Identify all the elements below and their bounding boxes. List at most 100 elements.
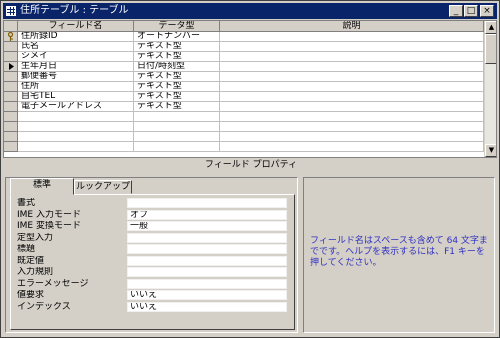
scroll-up-button[interactable]: ▲ <box>485 21 496 34</box>
property-value-field[interactable] <box>127 232 287 243</box>
description-cell[interactable] <box>220 72 484 82</box>
maximize-button[interactable]: □ <box>464 5 478 17</box>
field-name-cell[interactable] <box>18 112 134 122</box>
table-row[interactable]: 氏名 テキスト型 <box>4 42 484 52</box>
property-label: 書式 <box>17 198 36 208</box>
property-label: 値要求 <box>17 290 45 300</box>
data-type-cell[interactable]: テキスト型 <box>134 42 220 52</box>
table-row[interactable]: 電子メールアドレス テキスト型 <box>4 102 484 112</box>
field-name-cell[interactable]: シメイ <box>18 52 134 62</box>
property-value-field[interactable] <box>127 278 287 289</box>
row-selector[interactable] <box>4 72 18 82</box>
table-row[interactable]: 生年月日 日付/時刻型 <box>4 62 484 72</box>
data-type-cell[interactable] <box>134 112 220 122</box>
property-label: IME 入力モード <box>17 209 81 220</box>
property-value-field[interactable] <box>127 198 287 208</box>
table-row[interactable]: 住所 テキスト型 <box>4 82 484 92</box>
tab-standard[interactable]: 標準 <box>10 178 74 195</box>
table-icon <box>6 6 16 16</box>
row-selector[interactable] <box>4 92 18 102</box>
property-label: 既定値 <box>17 255 45 266</box>
grid-scrollbar[interactable]: ▲ ▼ <box>484 21 496 157</box>
field-name-cell[interactable]: 住所 <box>18 82 134 92</box>
data-type-cell[interactable]: テキスト型 <box>134 82 220 92</box>
field-name-cell[interactable] <box>18 132 134 142</box>
description-cell[interactable] <box>220 102 484 112</box>
field-name-cell[interactable]: 住所録ID <box>18 32 134 42</box>
description-cell[interactable] <box>220 32 484 42</box>
property-value-field[interactable]: いいえ <box>127 290 287 300</box>
row-selector[interactable] <box>4 62 18 72</box>
close-button[interactable]: × <box>480 5 494 17</box>
row-selector[interactable] <box>4 52 18 62</box>
description-cell[interactable] <box>220 42 484 52</box>
table-row[interactable] <box>4 142 484 152</box>
description-cell[interactable] <box>220 82 484 92</box>
row-selector[interactable] <box>4 142 18 152</box>
property-row: 標題 <box>17 244 287 255</box>
description-cell[interactable] <box>220 112 484 122</box>
window-title: 住所テーブル : テーブル <box>20 5 129 16</box>
property-row: エラーメッセージ <box>17 278 287 290</box>
data-type-cell[interactable]: テキスト型 <box>134 52 220 62</box>
description-cell[interactable] <box>220 132 484 142</box>
description-cell[interactable] <box>220 62 484 72</box>
field-name-header: フィールド名 <box>18 21 134 32</box>
title-bar[interactable]: 住所テーブル : テーブル _ □ × <box>3 3 497 19</box>
row-selector[interactable] <box>4 42 18 52</box>
data-type-cell[interactable] <box>134 122 220 132</box>
table-row[interactable] <box>4 122 484 132</box>
data-type-header: データ型 <box>134 21 220 32</box>
data-type-cell[interactable] <box>134 132 220 142</box>
row-selector[interactable] <box>4 112 18 122</box>
property-label: 標題 <box>17 244 36 254</box>
scroll-down-button[interactable]: ▼ <box>485 144 496 157</box>
row-selector[interactable] <box>4 102 18 112</box>
help-text: フィールド名はスペースも含めて 64 文字までです。ヘルプを表示するには、F1 … <box>303 177 495 333</box>
property-value-field[interactable]: 一般 <box>127 221 287 231</box>
property-value-field[interactable] <box>127 244 287 254</box>
property-value-field[interactable]: オフ <box>127 209 287 220</box>
table-row[interactable]: 自宅TEL テキスト型 <box>4 92 484 102</box>
table-row[interactable]: 住所録ID オートナンバー <box>4 31 484 42</box>
tab-lookup[interactable]: ルックアップ <box>74 180 132 194</box>
property-value-field[interactable] <box>127 267 287 277</box>
description-cell[interactable] <box>220 142 484 152</box>
data-type-cell[interactable]: テキスト型 <box>134 102 220 112</box>
field-properties-title: フィールド プロパティ <box>204 160 298 170</box>
data-type-cell[interactable]: オートナンバー <box>134 32 220 42</box>
field-properties-panel: 標準 ルックアップ 書式 IME 入力モード オフ IME 変換モード 一般 定型入力 標題… <box>5 177 298 333</box>
row-pointer-icon <box>8 63 14 70</box>
row-selector[interactable] <box>4 31 18 42</box>
data-type-cell[interactable]: テキスト型 <box>134 92 220 102</box>
field-name-cell[interactable] <box>18 122 134 132</box>
data-type-cell[interactable]: 日付/時刻型 <box>134 62 220 72</box>
field-name-cell[interactable]: 氏名 <box>18 42 134 52</box>
row-selector-header[interactable] <box>4 21 18 32</box>
field-name-cell[interactable]: 自宅TEL <box>18 92 134 102</box>
property-value-field[interactable]: いいえ <box>127 301 287 312</box>
row-selector[interactable] <box>4 82 18 92</box>
table-row[interactable]: 郵便番号 テキスト型 <box>4 72 484 82</box>
scroll-thumb[interactable] <box>485 34 496 64</box>
description-header: 説明 <box>220 21 484 32</box>
description-cell[interactable] <box>220 52 484 62</box>
table-row[interactable]: シメイ テキスト型 <box>4 52 484 62</box>
field-name-cell[interactable]: 生年月日 <box>18 62 134 72</box>
data-type-cell[interactable] <box>134 142 220 152</box>
table-row[interactable] <box>4 112 484 122</box>
field-name-cell[interactable] <box>18 142 134 152</box>
description-cell[interactable] <box>220 122 484 132</box>
field-name-cell[interactable]: 電子メールアドレス <box>18 102 134 112</box>
table-row[interactable] <box>4 132 484 142</box>
row-selector[interactable] <box>4 122 18 132</box>
property-label: エラーメッセージ <box>17 278 89 289</box>
property-label: インデックス <box>17 301 71 312</box>
description-cell[interactable] <box>220 92 484 102</box>
property-label: 入力規則 <box>17 267 54 277</box>
field-name-cell[interactable]: 郵便番号 <box>18 72 134 82</box>
data-type-cell[interactable]: テキスト型 <box>134 72 220 82</box>
property-value-field[interactable] <box>127 255 287 266</box>
minimize-button[interactable]: _ <box>449 5 463 17</box>
row-selector[interactable] <box>4 132 18 142</box>
